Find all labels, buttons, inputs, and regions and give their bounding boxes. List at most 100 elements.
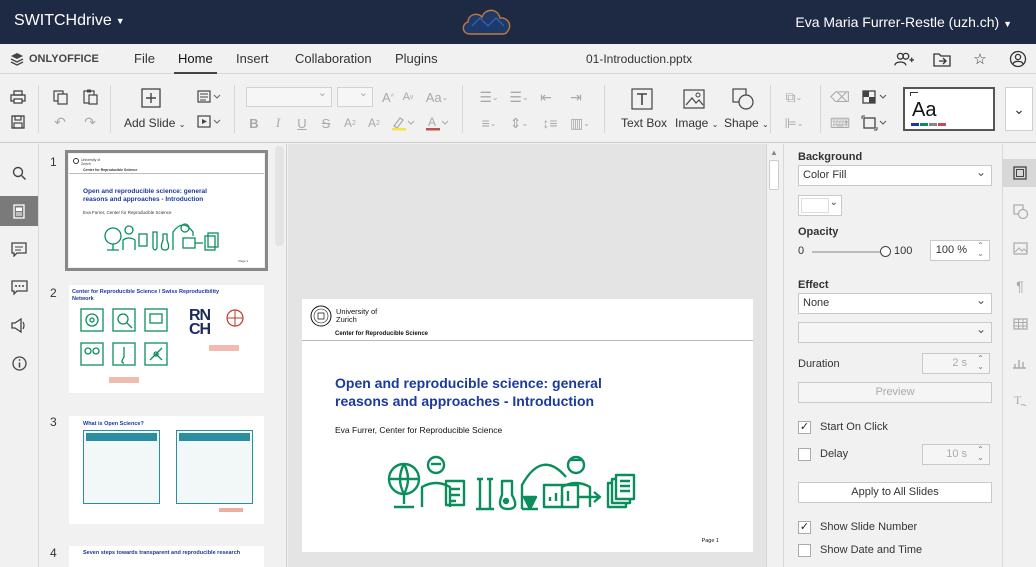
show-slide-number-label[interactable]: Show Slide Number	[820, 521, 917, 533]
increase-indent-icon[interactable]: ⇥	[567, 87, 585, 107]
redo-icon[interactable]: ↷	[80, 112, 100, 132]
chart-settings-icon[interactable]	[1003, 348, 1036, 376]
show-slide-number-checkbox[interactable]: ✓	[798, 521, 811, 534]
effect-select[interactable]: None	[798, 293, 992, 314]
user-menu[interactable]: Eva Maria Furrer-Restle (uzh.ch) ▼	[795, 14, 1012, 30]
slides-panel-icon[interactable]	[0, 196, 38, 226]
thumb-globe-icon	[226, 309, 244, 327]
opacity-slider-track[interactable]	[812, 251, 885, 253]
print-icon[interactable]	[8, 87, 28, 107]
decrease-font-icon[interactable]: Av	[400, 87, 416, 107]
slide-canvas[interactable]: University of Zurich Center for Reproduc…	[288, 144, 766, 567]
add-slide-label[interactable]: Add Slide ⌄	[124, 116, 185, 130]
increase-font-icon[interactable]: A ^	[380, 87, 396, 107]
preview-button[interactable]: Preview	[798, 382, 992, 403]
shape-icon[interactable]	[731, 87, 755, 111]
table-settings-icon[interactable]	[1003, 310, 1036, 338]
image-icon[interactable]	[682, 87, 706, 111]
theme-preview[interactable]: Aa	[903, 87, 995, 131]
apply-to-all-slides-button[interactable]: Apply to All Slides	[798, 482, 992, 503]
show-date-time-label[interactable]: Show Date and Time	[820, 544, 922, 556]
effect-type-select[interactable]	[798, 322, 992, 343]
copy-style-icon[interactable]: ⌨	[830, 113, 850, 133]
about-icon[interactable]	[0, 348, 38, 378]
paste-icon[interactable]	[80, 87, 100, 107]
fill-color-picker[interactable]: ⌄	[798, 195, 842, 216]
strikethrough-icon[interactable]: S	[318, 113, 334, 133]
line-spacing-icon[interactable]: ↕≡	[537, 113, 563, 133]
add-user-icon[interactable]	[894, 50, 914, 68]
vertical-align-icon[interactable]: ⇕ ⌄	[506, 113, 532, 133]
feedback-icon[interactable]	[0, 310, 38, 340]
canvas-scrollbar[interactable]: ▲	[766, 144, 782, 567]
undo-icon[interactable]: ↶	[50, 112, 70, 132]
change-case-icon[interactable]: Aa ⌄	[424, 87, 450, 107]
delay-input[interactable]: 10 s	[922, 444, 990, 465]
slide-thumbnail-3[interactable]: What is Open Science?	[69, 416, 264, 524]
delay-checkbox[interactable]	[798, 448, 811, 461]
highlight-color-icon[interactable]	[390, 113, 416, 133]
start-slideshow-icon[interactable]	[196, 113, 222, 131]
font-color-icon[interactable]: A	[424, 113, 450, 133]
bullets-icon[interactable]: ☰ ⌄	[476, 87, 502, 107]
underline-icon[interactable]: U	[294, 113, 310, 133]
opacity-slider-thumb[interactable]	[880, 246, 891, 257]
slide-1-editing[interactable]: University of Zurich Center for Reproduc…	[302, 299, 753, 552]
comments-icon[interactable]	[0, 234, 38, 264]
search-icon[interactable]	[0, 158, 38, 188]
background-fill-select[interactable]: Color Fill	[798, 165, 992, 186]
superscript-icon[interactable]: A2	[342, 113, 358, 133]
font-family-select[interactable]	[246, 86, 332, 107]
decrease-indent-icon[interactable]: ⇤	[537, 87, 555, 107]
add-slide-button[interactable]	[140, 87, 162, 109]
numbering-icon[interactable]: ☰ ⌄	[506, 87, 532, 107]
horizontal-align-icon[interactable]: ≡ ⌄	[476, 113, 502, 133]
tab-file[interactable]: File	[130, 44, 159, 74]
shape-label[interactable]: Shape ⌄	[724, 116, 769, 130]
columns-icon[interactable]: ▥ ⌄	[567, 113, 593, 133]
text-box-label[interactable]: Text Box	[621, 116, 667, 130]
copy-icon[interactable]	[50, 87, 70, 107]
account-icon[interactable]	[1008, 50, 1028, 68]
theme-gallery-expand-icon[interactable]: ⌄	[1005, 87, 1033, 131]
paragraph-settings-icon[interactable]: ¶	[1003, 272, 1036, 300]
slide-settings-icon[interactable]	[1003, 159, 1036, 187]
show-date-time-checkbox[interactable]	[798, 544, 811, 557]
save-icon[interactable]	[8, 112, 28, 132]
text-art-settings-icon[interactable]: T	[1003, 386, 1036, 414]
slide-author[interactable]: Eva Furrer, Center for Reproducible Scie…	[335, 425, 502, 435]
thumbnails-scrollbar[interactable]	[275, 146, 284, 246]
clear-style-icon[interactable]: ⌫	[830, 87, 850, 107]
slide-thumbnail-4[interactable]: Seven steps towards transparent and repr…	[69, 546, 264, 567]
tab-insert[interactable]: Insert	[232, 44, 273, 74]
star-icon[interactable]: ☆	[970, 50, 990, 68]
start-on-click-checkbox[interactable]: ✓	[798, 421, 811, 434]
chat-icon[interactable]	[0, 272, 38, 302]
bold-icon[interactable]: B	[246, 113, 262, 133]
font-size-select[interactable]	[337, 86, 373, 107]
tab-home[interactable]: Home	[174, 44, 217, 74]
shape-settings-icon[interactable]	[1003, 197, 1036, 225]
opacity-input[interactable]: 100 %	[930, 240, 990, 261]
align-shape-icon[interactable]: ⊫ ⌄	[780, 113, 808, 133]
duration-input[interactable]: 2 s	[922, 353, 990, 374]
color-scheme-icon[interactable]	[860, 87, 890, 107]
slide-title[interactable]: Open and reproducible science: general r…	[335, 374, 655, 410]
tab-plugins[interactable]: Plugins	[391, 44, 442, 74]
open-location-icon[interactable]	[932, 50, 952, 68]
slide-thumbnail-2[interactable]: Center for Reproducible Science / Swiss …	[69, 285, 264, 393]
delay-label[interactable]: Delay	[820, 448, 848, 460]
slide-layout-icon[interactable]	[196, 88, 222, 106]
slide-settings-panel: Background Color Fill ⌄ Opacity 0 100 10…	[783, 144, 1001, 567]
text-box-icon[interactable]	[630, 87, 654, 111]
slide-thumbnail-1[interactable]: University of Zurich Center for Reproduci…	[65, 150, 268, 271]
tab-collaboration[interactable]: Collaboration	[291, 44, 376, 74]
arrange-icon[interactable]: ⧉ ⌄	[780, 87, 808, 107]
image-settings-icon[interactable]	[1003, 234, 1036, 262]
start-on-click-label[interactable]: Start On Click	[820, 421, 888, 433]
image-label[interactable]: Image ⌄	[675, 116, 718, 130]
subscript-icon[interactable]: A2	[366, 113, 382, 133]
app-switcher[interactable]: SWITCHdrive ▼	[14, 12, 125, 30]
slide-size-icon[interactable]	[860, 113, 890, 133]
italic-icon[interactable]: I	[270, 113, 286, 133]
